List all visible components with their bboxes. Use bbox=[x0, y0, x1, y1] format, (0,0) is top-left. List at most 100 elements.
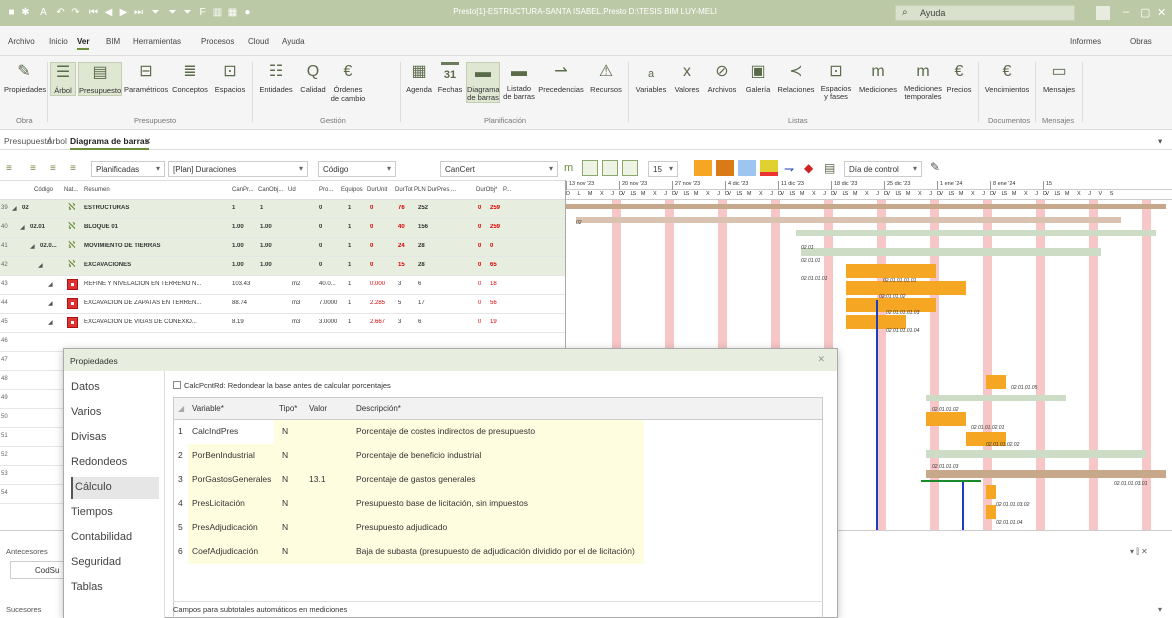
variable-row[interactable]: 5 PresAdjudicación N Presupuesto adjudicado bbox=[174, 516, 822, 540]
menu-archivo[interactable]: Archivo bbox=[8, 37, 35, 46]
column-icon[interactable]: F bbox=[197, 7, 208, 18]
nav-datos[interactable]: Datos bbox=[71, 377, 159, 399]
planificadas-select[interactable]: Planificadas ▾ bbox=[91, 161, 165, 177]
variable-type[interactable]: N bbox=[282, 498, 288, 508]
link-icon[interactable] bbox=[582, 160, 598, 176]
gantt-bar[interactable] bbox=[846, 264, 936, 278]
valores-button[interactable]: x Valores bbox=[672, 62, 702, 94]
menu-ayuda[interactable]: Ayuda bbox=[282, 37, 305, 46]
gantt-bar[interactable] bbox=[986, 505, 996, 519]
col-canobj[interactable]: CanObj... bbox=[258, 187, 283, 193]
menu-bim[interactable]: BIM bbox=[106, 37, 120, 46]
filter3-icon[interactable]: ⏷ bbox=[182, 7, 193, 18]
nav-tablas[interactable]: Tablas bbox=[71, 577, 159, 599]
gantt-bar[interactable] bbox=[576, 217, 1121, 223]
collapse-icon[interactable]: ≡ bbox=[6, 163, 12, 174]
table-row[interactable]: 43 ◢ REFINE Y NIVELACIÓN EN TERRENO N... 10… bbox=[0, 276, 565, 295]
agenda-button[interactable]: ▦ Agenda bbox=[404, 62, 434, 94]
archivos-button[interactable]: ⊘ Archivos bbox=[704, 62, 740, 94]
tree-expander-icon[interactable]: ◢ bbox=[48, 281, 53, 288]
recursos-button[interactable]: ⚠ Recursos bbox=[586, 62, 626, 94]
critical-icon[interactable] bbox=[622, 160, 638, 176]
entidades-button[interactable]: ☷ Entidades bbox=[256, 62, 296, 94]
tab-diagrama-barras[interactable]: Diagrama de barras bbox=[70, 136, 150, 150]
codsu-column[interactable]: CodSu bbox=[10, 561, 70, 579]
vh-descripcion[interactable]: Descripción* bbox=[356, 404, 401, 413]
vh-tipo[interactable]: Tipo* bbox=[279, 404, 297, 413]
menu-herramientas[interactable]: Herramientas bbox=[133, 37, 181, 46]
col-codigo[interactable]: Código bbox=[34, 187, 53, 193]
nav-redondeos[interactable]: Redondeos bbox=[71, 452, 159, 474]
filter2-icon[interactable]: ⏷ bbox=[167, 7, 178, 18]
menu-ver[interactable]: Ver bbox=[77, 37, 90, 50]
col-nat[interactable]: Nat... bbox=[64, 187, 78, 193]
gear-icon[interactable]: ✱ bbox=[20, 7, 31, 18]
variable-type[interactable]: N bbox=[282, 450, 288, 460]
col-pln[interactable]: PLN DurPres ... bbox=[414, 187, 456, 193]
variable-description[interactable]: Porcentaje de costes indirectos de presu… bbox=[356, 426, 535, 436]
variable-name[interactable]: PorBenIndustrial bbox=[192, 450, 255, 460]
minimize-button[interactable]: – bbox=[1123, 6, 1129, 18]
tree-expander-icon[interactable]: ◢ bbox=[38, 262, 43, 269]
nav-tiempos[interactable]: Tiempos bbox=[71, 502, 159, 524]
variables-button[interactable]: ₐ Variables bbox=[632, 62, 670, 94]
table-row[interactable]: 40 ◢ 02.01 ℵ BLOQUE 01 1.00 1.00 0 1 0 40 156 0 259 bbox=[0, 219, 565, 238]
variable-row[interactable]: 3 PorGastosGenerales N 13.1 Porcentaje de ga… bbox=[174, 468, 822, 492]
next-icon[interactable]: ▶ bbox=[118, 7, 129, 18]
menu-cloud[interactable]: Cloud bbox=[248, 37, 269, 46]
calendar-icon[interactable]: ▦ bbox=[227, 7, 238, 18]
undo-icon[interactable]: ↶ bbox=[55, 7, 66, 18]
nav-seguridad[interactable]: Seguridad bbox=[71, 552, 159, 574]
bar-yellow-icon[interactable] bbox=[760, 160, 778, 176]
propiedades-button[interactable]: ✎ Propiedades bbox=[4, 62, 46, 94]
table-row[interactable]: 44 ◢ EXCAVACION DE ZAPATAS EN TERREN... 88.… bbox=[0, 295, 565, 314]
mediciones-button[interactable]: m Mediciones bbox=[856, 62, 900, 94]
nav-contabilidad[interactable]: Contabilidad bbox=[71, 527, 159, 549]
variable-row[interactable]: 1 CalcIndPres N Porcentaje de costes indire… bbox=[174, 420, 822, 444]
gantt-bar[interactable] bbox=[926, 395, 1066, 401]
ordenes-button[interactable]: € Órdenes de cambio bbox=[330, 62, 366, 103]
variable-value[interactable]: 13.1 bbox=[309, 474, 326, 484]
col-equipos[interactable]: Equipos bbox=[341, 187, 363, 193]
mensajes-button[interactable]: ▭ Mensajes bbox=[1040, 62, 1078, 94]
checkbox-box[interactable] bbox=[173, 381, 181, 389]
espacios-fases-button[interactable]: ⊡ Espacios y fases bbox=[818, 62, 854, 101]
menu-obras[interactable]: Obras bbox=[1130, 37, 1152, 46]
dependency-icon[interactable]: ⇁ bbox=[784, 162, 794, 176]
tabs-dropdown-icon[interactable]: ▾ bbox=[1158, 136, 1162, 147]
unlink-icon[interactable] bbox=[602, 160, 618, 176]
tab-presupuesto[interactable]: Presupuesto bbox=[4, 136, 52, 146]
fechas-button[interactable]: 31 Fechas bbox=[436, 62, 464, 94]
variable-name[interactable]: CoefAdjudicación bbox=[192, 546, 258, 556]
dialog-close-icon[interactable]: ✕ bbox=[817, 354, 825, 365]
vencimientos-button[interactable]: € Vencimientos bbox=[982, 62, 1032, 94]
gantt-bar[interactable] bbox=[926, 470, 1166, 478]
diagrama-barras-button[interactable]: ▬ Diagrama de barras bbox=[466, 62, 500, 103]
vh-valor[interactable]: Valor bbox=[309, 404, 327, 413]
listado-barras-button[interactable]: ▬ Listado de barras bbox=[502, 62, 536, 101]
tab-close-icon[interactable]: ✕ bbox=[144, 136, 151, 147]
gantt-bar[interactable] bbox=[926, 450, 1146, 458]
gantt-bar[interactable] bbox=[566, 204, 1166, 209]
bar-dark-orange-icon[interactable] bbox=[716, 160, 734, 176]
font-icon[interactable]: A bbox=[38, 7, 49, 18]
galeria-button[interactable]: ▣ Galería bbox=[742, 62, 774, 94]
menu-procesos[interactable]: Procesos bbox=[201, 37, 234, 46]
variable-type[interactable]: N bbox=[282, 546, 288, 556]
expand-icon[interactable]: ≡ bbox=[30, 163, 36, 174]
col-durunit[interactable]: DurUnit bbox=[367, 187, 387, 193]
col-resumen[interactable]: Resumen bbox=[84, 187, 110, 193]
zoom-select[interactable]: 15 ▾ bbox=[648, 161, 678, 177]
variable-name[interactable]: CalcIndPres bbox=[192, 426, 238, 436]
redo-icon[interactable]: ↷ bbox=[70, 7, 81, 18]
codigo-select[interactable]: Código ▾ bbox=[318, 161, 396, 177]
col-durtot[interactable]: DurTot bbox=[395, 187, 413, 193]
gantt-bar[interactable] bbox=[986, 485, 996, 499]
restore-button[interactable]: ▢ bbox=[1140, 6, 1150, 19]
last-icon[interactable]: ⏭ bbox=[133, 7, 144, 18]
cancert-select[interactable]: CanCert ▾ bbox=[440, 161, 558, 177]
panel-dropdown-icon[interactable]: ▾ bbox=[1158, 605, 1162, 614]
variable-type[interactable]: N bbox=[282, 474, 288, 484]
table-icon[interactable]: ▤ bbox=[824, 161, 835, 175]
variable-name[interactable]: PorGastosGenerales bbox=[192, 474, 271, 484]
